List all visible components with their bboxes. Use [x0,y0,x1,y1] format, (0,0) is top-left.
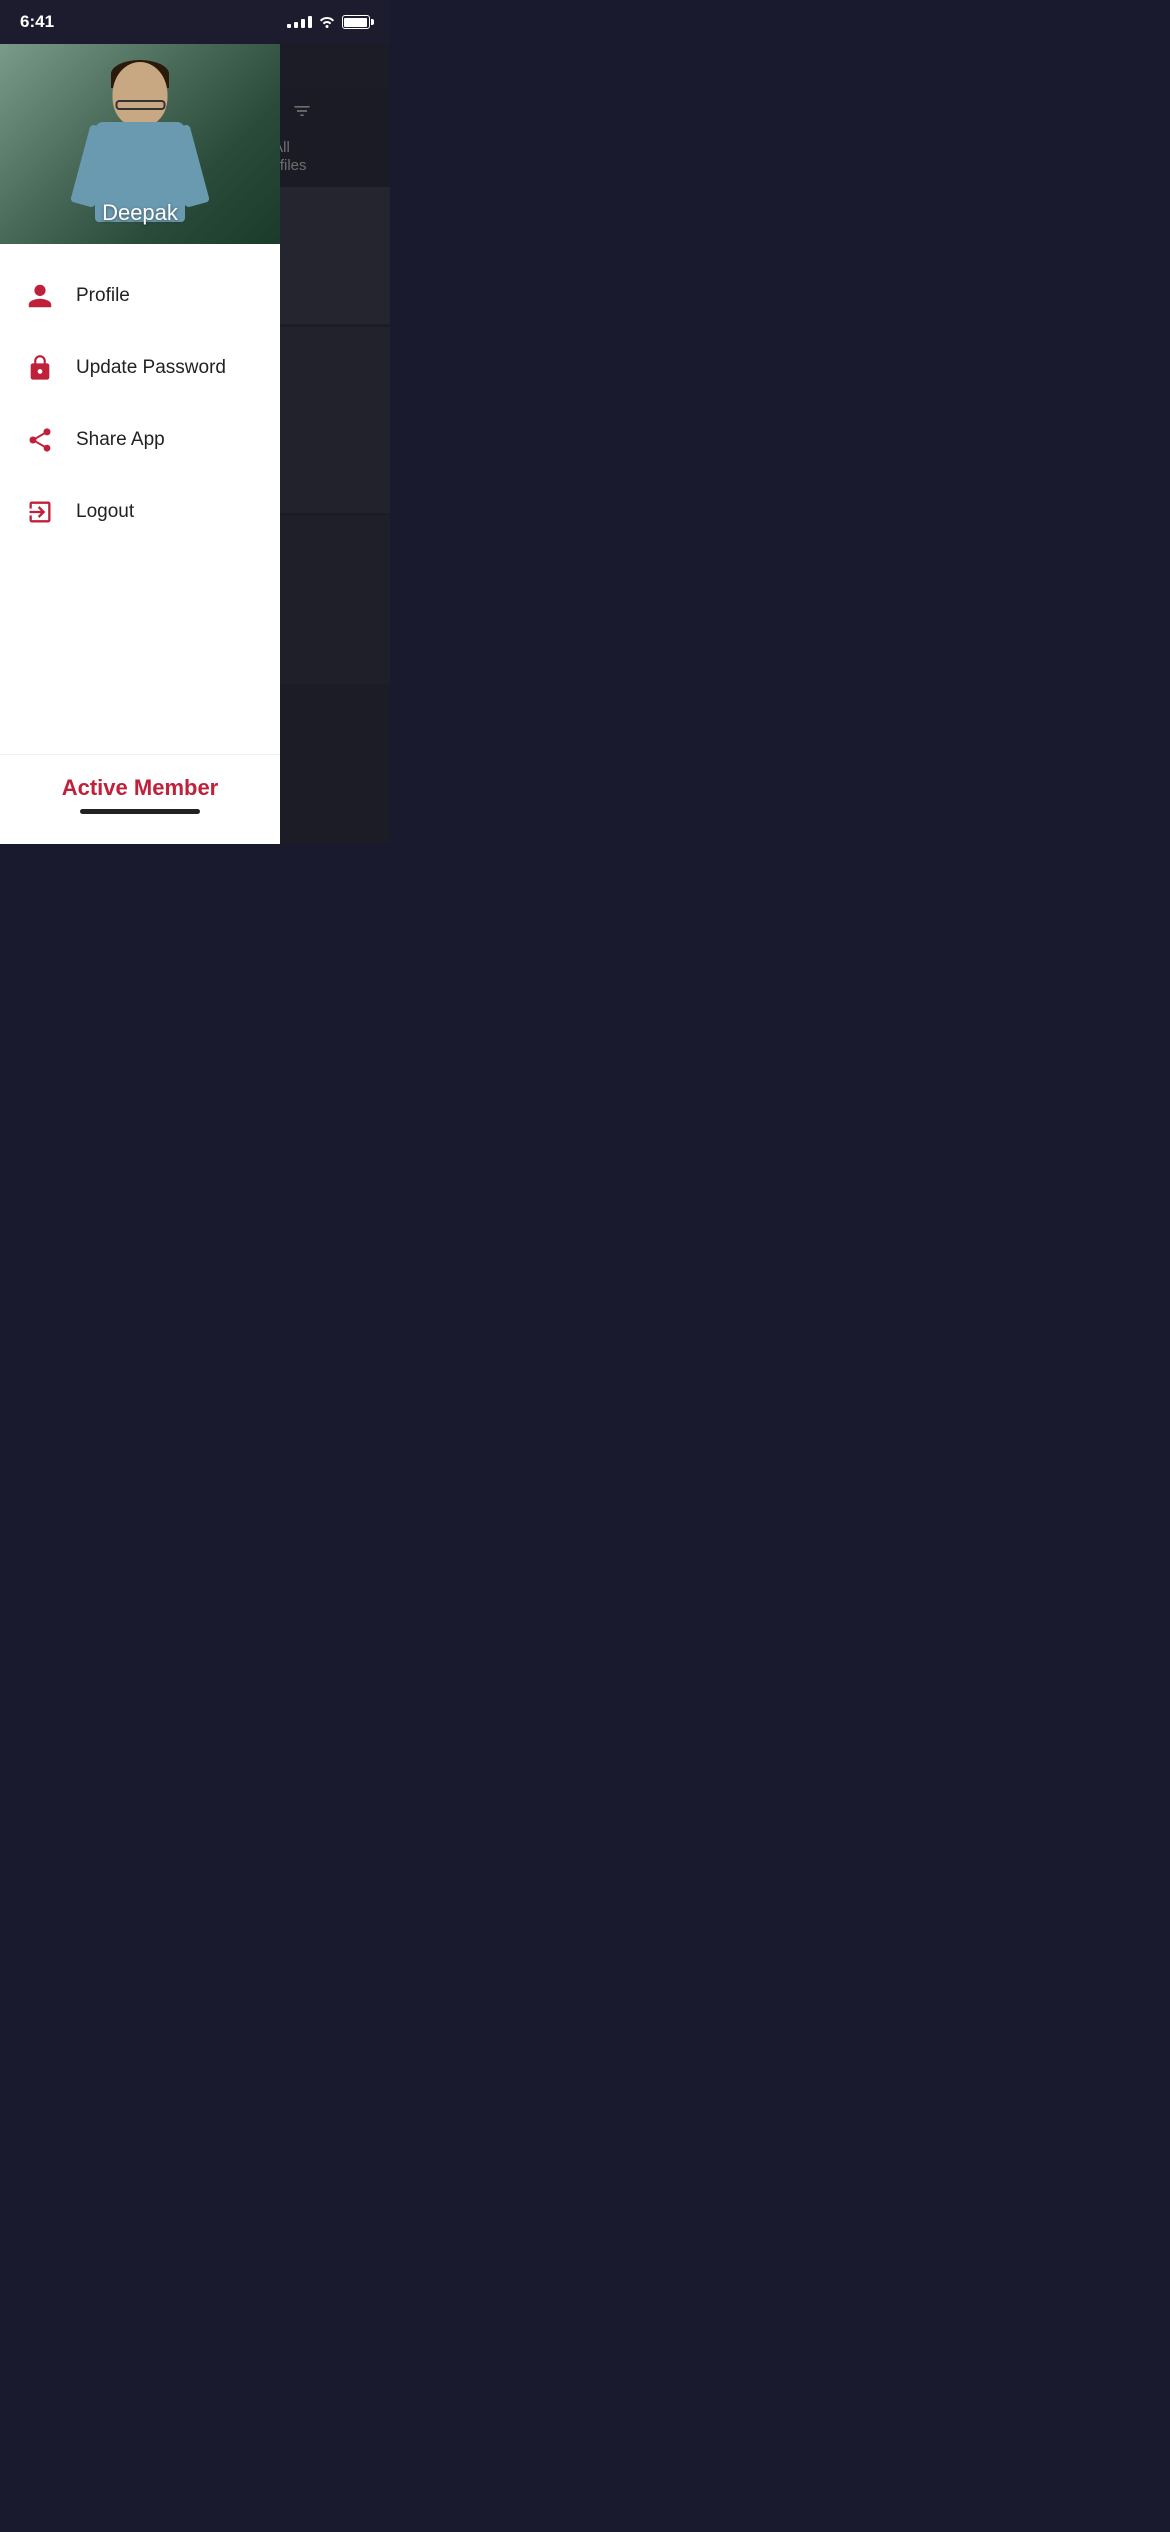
share-icon [24,424,56,456]
status-bar: 6:41 [0,0,390,44]
menu-item-update-password[interactable]: Update Password [0,332,280,404]
menu-item-profile[interactable]: Profile [0,260,280,332]
share-app-label: Share App [76,429,165,451]
update-password-label: Update Password [76,357,226,379]
home-indicator [80,809,200,814]
drawer-user-name: Deepak [0,200,280,226]
menu-item-logout[interactable]: Logout [0,476,280,548]
active-member-label: Active Member [62,775,219,801]
logout-label: Logout [76,501,134,523]
wifi-icon [318,14,336,31]
status-time: 6:41 [20,12,54,32]
drawer-header: Deepak [0,44,280,244]
profile-label: Profile [76,285,130,307]
lock-icon [24,352,56,384]
status-icons [287,14,370,31]
person-icon [24,280,56,312]
battery-icon [342,15,370,29]
drawer-bottom: Active Member [0,754,280,844]
signal-icon [287,16,312,28]
menu-item-share-app[interactable]: Share App [0,404,280,476]
person-head [113,62,168,127]
navigation-drawer: Deepak Profile Update Password [0,44,280,844]
logout-icon [24,496,56,528]
menu-list: Profile Update Password Share App [0,244,280,754]
drawer-header-image: Deepak [0,44,280,244]
person-glasses [115,100,165,110]
